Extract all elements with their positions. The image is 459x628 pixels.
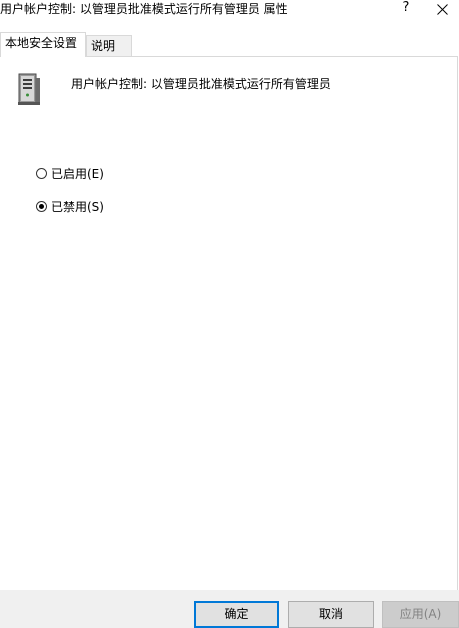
computer-tower-icon	[18, 73, 40, 105]
window-title: 用户帐户控制: 以管理员批准模式运行所有管理员 属性	[0, 2, 288, 16]
close-button[interactable]	[428, 0, 456, 18]
enabled-radio[interactable]: 已启用(E)	[36, 164, 104, 182]
radio-circle[interactable]	[36, 167, 47, 179]
disabled-radio[interactable]: 已禁用(S)	[36, 197, 104, 215]
disabled-label[interactable]: 已禁用(S)	[51, 198, 104, 215]
ok-button[interactable]: 确定	[194, 601, 279, 628]
tab-explain[interactable]: 说明	[86, 35, 132, 57]
radio-circle-selected[interactable]	[36, 200, 47, 212]
apply-button[interactable]: 应用(A)	[382, 601, 459, 628]
tab-strip: 本地安全设置 说明	[0, 32, 459, 57]
tab-local-security-setting[interactable]: 本地安全设置	[0, 32, 86, 57]
policy-name: 用户帐户控制: 以管理员批准模式运行所有管理员	[71, 77, 331, 91]
cancel-button[interactable]: 取消	[288, 601, 374, 628]
tab-panel: 用户帐户控制: 以管理员批准模式运行所有管理员 已启用(E) 已禁用(S)	[0, 56, 458, 591]
properties-dialog: 用户帐户控制: 以管理员批准模式运行所有管理员 属性 ? 本地安全设置 说明 用…	[0, 0, 459, 628]
close-icon	[436, 3, 448, 15]
enabled-label[interactable]: 已启用(E)	[51, 165, 104, 182]
dialog-footer: 确定 取消 应用(A)	[0, 590, 459, 628]
help-button[interactable]: ?	[393, 0, 419, 18]
title-bar: 用户帐户控制: 以管理员批准模式运行所有管理员 属性 ?	[0, 0, 459, 22]
radio-dot	[39, 203, 44, 209]
